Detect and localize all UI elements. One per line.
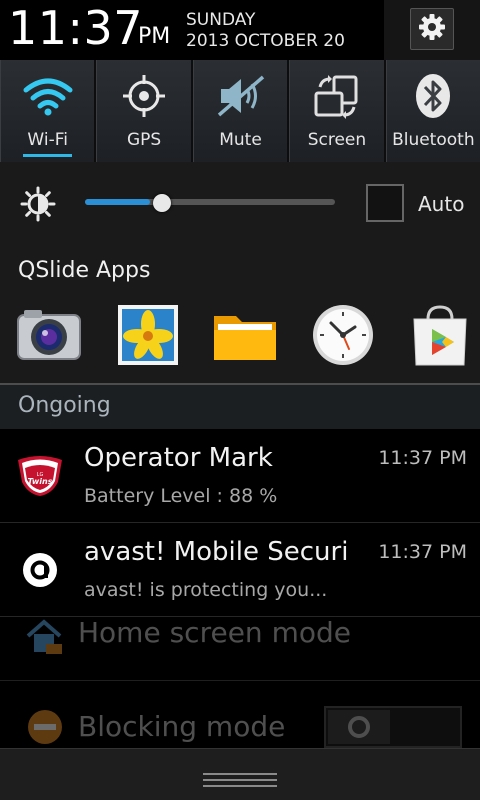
brightness-slider-handle[interactable] (153, 194, 171, 212)
gear-icon (417, 12, 447, 46)
clock-ampm: PM (138, 24, 171, 49)
notification-subtitle: avast! is protecting you... (84, 579, 328, 601)
bluetooth-icon (387, 74, 480, 118)
settings-area (384, 0, 480, 60)
toggle-wifi[interactable]: Wi-Fi (0, 60, 97, 162)
settings-button[interactable] (410, 8, 454, 50)
quick-settings-bar: Wi-Fi GPS Mute Screen Bluetooth (0, 60, 480, 162)
toggle-screen-rotation[interactable]: Screen (289, 60, 386, 162)
gps-icon (97, 74, 190, 118)
toggle-gps[interactable]: GPS (96, 60, 193, 162)
background-row-label: Home screen mode (78, 616, 351, 649)
grip-line (203, 785, 277, 787)
qslide-app-camera[interactable] (16, 304, 82, 370)
lg-twins-icon: LG Twins (12, 451, 68, 501)
qslide-app-gallery[interactable] (115, 304, 181, 370)
toggle-label: Bluetooth (392, 130, 475, 150)
qslide-app-file-manager[interactable] (212, 304, 278, 370)
status-header: 11:37 PM SUNDAY 2013 OCTOBER 20 (0, 0, 480, 60)
block-icon (26, 708, 64, 750)
notification-title: Operator Mark (84, 443, 273, 473)
ongoing-label: Ongoing (18, 393, 111, 418)
mute-icon (194, 74, 287, 118)
gallery-icon (117, 304, 179, 370)
grip-line (203, 773, 277, 775)
file-manager-icon (212, 308, 278, 366)
notification-time: 11:37 PM (378, 447, 467, 469)
auto-brightness-label: Auto (418, 192, 465, 216)
ongoing-header: Ongoing (0, 385, 480, 429)
toggle-mute[interactable]: Mute (192, 60, 290, 162)
brightness-icon (20, 186, 56, 226)
qslide-app-clock[interactable] (310, 304, 376, 370)
background-row-divider (0, 680, 480, 681)
background-row-blocking-mode: Blocking mode (0, 700, 480, 748)
qslide-title: QSlide Apps (18, 258, 151, 283)
panel-drag-handle[interactable] (0, 748, 480, 800)
play-store-icon (408, 303, 472, 371)
screen-rotation-icon (290, 74, 383, 119)
background-row-home-screen-mode: Home screen mode (0, 612, 480, 680)
toggle-label: GPS (127, 130, 162, 150)
notification-time: 11:37 PM (378, 541, 467, 563)
camera-icon (16, 307, 82, 367)
qslide-panel: QSlide Apps (0, 246, 480, 384)
svg-text:Twins: Twins (28, 477, 53, 486)
notification-avast[interactable]: avast! Mobile Securi 11:37 PM avast! is … (0, 523, 480, 617)
notification-operator-mark[interactable]: LG Twins Operator Mark 11:37 PM Battery … (0, 429, 480, 523)
clock-icon (311, 303, 375, 371)
day-label: SUNDAY (186, 10, 256, 30)
wifi-icon (1, 74, 94, 118)
background-row-label: Blocking mode (78, 710, 286, 743)
blocking-mode-toggle (324, 706, 462, 748)
notification-subtitle: Battery Level : 88 % (84, 485, 278, 507)
date-label: 2013 OCTOBER 20 (186, 31, 345, 51)
brightness-slider-fill (85, 199, 150, 205)
home-icon (24, 616, 64, 660)
avast-icon (12, 545, 68, 595)
toggle-label: Wi-Fi (27, 130, 68, 150)
active-indicator (23, 154, 73, 157)
qslide-app-play-store[interactable] (408, 304, 472, 370)
notification-title: avast! Mobile Securi (84, 537, 349, 567)
clock-time: 11:37 (8, 1, 144, 55)
toggle-knob (328, 710, 390, 744)
grip-line (203, 779, 277, 781)
toggle-label: Mute (219, 130, 262, 150)
toggle-bluetooth[interactable]: Bluetooth (385, 60, 480, 162)
toggle-label: Screen (307, 130, 367, 150)
auto-brightness-checkbox[interactable] (366, 184, 404, 222)
